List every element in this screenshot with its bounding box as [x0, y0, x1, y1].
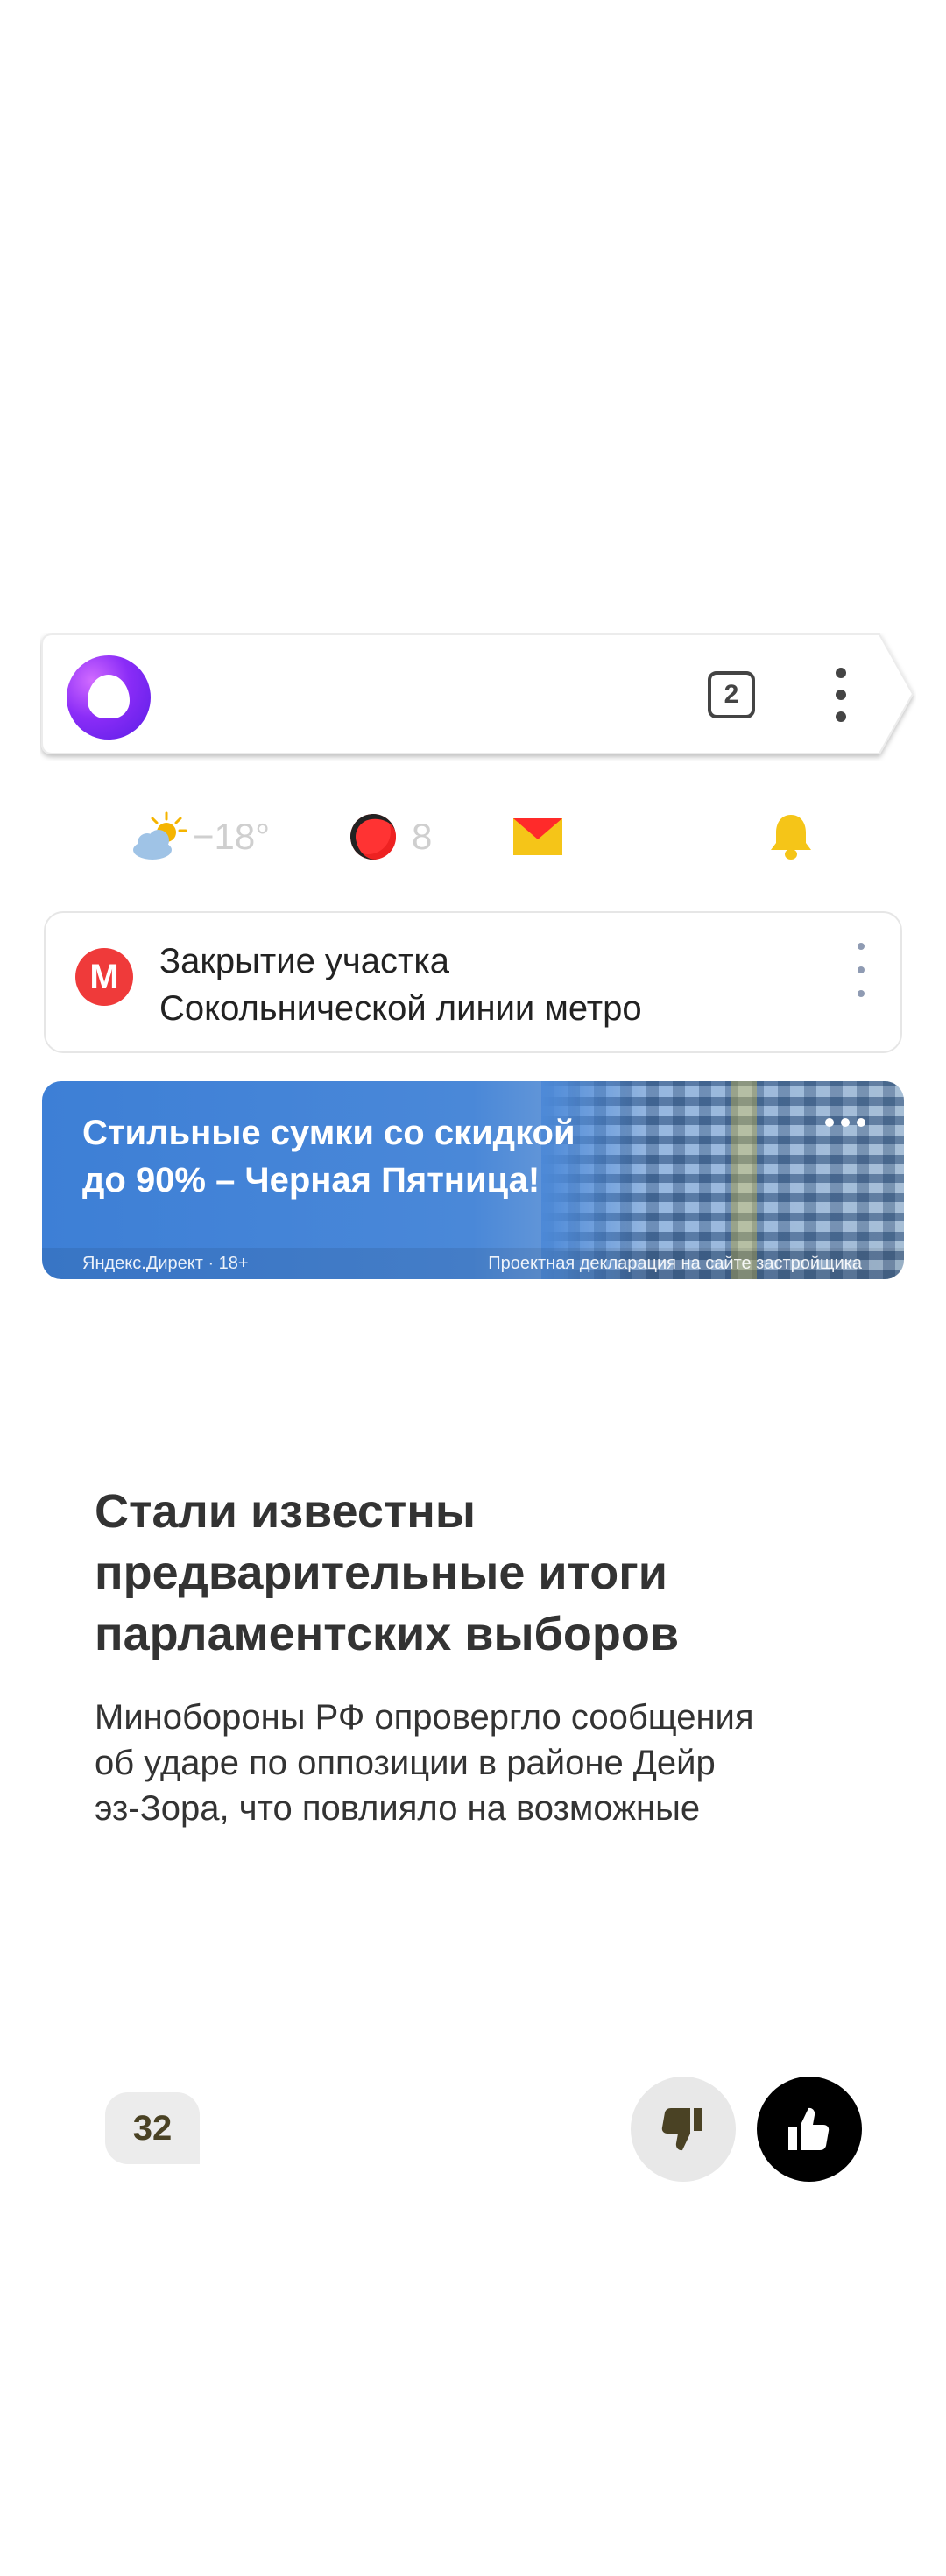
- weather-temperature: −18°: [193, 816, 271, 857]
- thumbs-down-icon: [661, 2108, 702, 2151]
- informers-row: −18° 8: [0, 806, 946, 867]
- traffic-informer[interactable]: 8: [350, 806, 432, 867]
- like-button[interactable]: [757, 2077, 862, 2182]
- traffic-icon: [350, 814, 396, 860]
- news-text-line-1: Минобороны РФ опровергло сообщения: [95, 1698, 754, 1737]
- alert-line-1: Закрытие участка: [159, 942, 449, 980]
- ad-label: Яндекс.Директ · 18+: [82, 1254, 249, 1273]
- news-title-line-2: предварительные итоги: [95, 1546, 667, 1599]
- news-title[interactable]: Стали известны предварительные итоги пар…: [95, 1481, 848, 1665]
- search-bar-background: [41, 633, 914, 754]
- news-text-line-2: об ударе по оппозиции в районе Дейр: [95, 1744, 716, 1782]
- ad-disclaimer: Проектная декларация на сайте застройщик…: [488, 1254, 862, 1273]
- ad-title-line-2: до 90% – Черная Пятница!: [82, 1161, 540, 1200]
- dislike-button[interactable]: [631, 2077, 736, 2182]
- traffic-score: 8: [412, 816, 433, 857]
- partly-cloudy-icon: [133, 811, 187, 860]
- alert-menu-icon[interactable]: [855, 943, 867, 997]
- notifications-informer[interactable]: [769, 806, 813, 867]
- news-title-line-3: парламентских выборов: [95, 1608, 680, 1660]
- bell-icon: [771, 815, 811, 860]
- weather-informer[interactable]: −18°: [128, 806, 270, 867]
- mail-icon: [513, 818, 562, 855]
- comments-count-button[interactable]: 32: [105, 2092, 200, 2164]
- more-vertical-icon[interactable]: [829, 668, 853, 722]
- ad-title-line-1: Стильные сумки со скидкой: [82, 1114, 575, 1152]
- ad-banner[interactable]: Стильные сумки со скидкой до 90% – Черна…: [42, 1081, 904, 1279]
- search-bar[interactable]: 2: [40, 633, 916, 761]
- alert-line-2: Сокольнической линии метро: [159, 989, 642, 1028]
- thumbs-up-icon: [788, 2107, 830, 2150]
- mail-informer[interactable]: [513, 806, 562, 867]
- metro-icon: М: [75, 948, 133, 1006]
- metro-alert-card[interactable]: М Закрытие участка Сокольнической линии …: [44, 911, 902, 1053]
- news-text[interactable]: Минобороны РФ опровергло сообщения об уд…: [95, 1695, 848, 1831]
- alice-icon[interactable]: [67, 655, 151, 740]
- news-title-line-1: Стали известны: [95, 1485, 477, 1538]
- ad-more-icon[interactable]: [825, 1118, 865, 1127]
- tabs-count-button[interactable]: 2: [708, 671, 755, 718]
- ad-title: Стильные сумки со скидкой до 90% – Черна…: [82, 1109, 643, 1204]
- alert-text: Закрытие участка Сокольнической линии ме…: [159, 938, 825, 1032]
- news-text-line-3: эз-Зора, что повлияло на возможные: [95, 1789, 701, 1828]
